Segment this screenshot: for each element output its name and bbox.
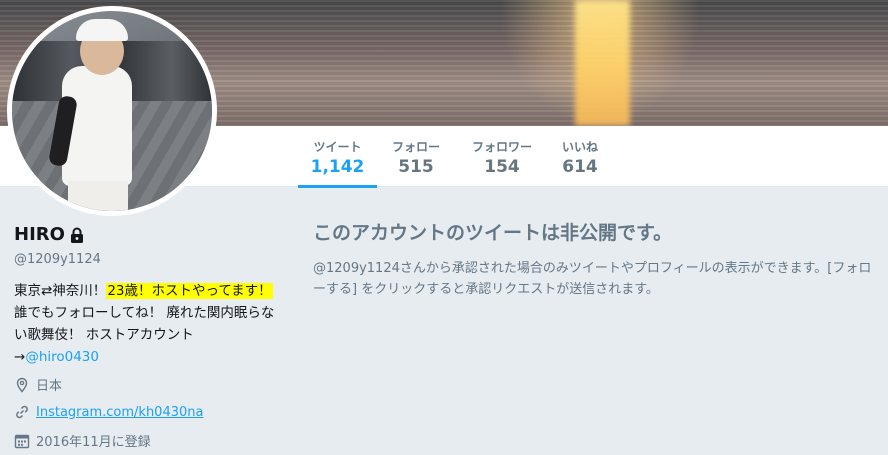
protected-title: このアカウントのツイートは非公開です。 bbox=[313, 222, 673, 244]
lock-icon bbox=[70, 227, 83, 243]
profile-location: 日本 bbox=[14, 375, 62, 394]
joined-text: 2016年11月に登録 bbox=[36, 435, 151, 450]
tab-followers[interactable]: フォロワー 154 bbox=[466, 138, 538, 185]
profile-name[interactable]: HIRO bbox=[14, 224, 65, 245]
tab-count: 614 bbox=[562, 157, 598, 177]
protected-description: @1209y1124さんから承認された場合のみツイートやプロフィールの表示ができ… bbox=[313, 261, 872, 297]
location-pin-icon bbox=[16, 377, 28, 393]
tab-following[interactable]: フォロー 515 bbox=[386, 138, 446, 185]
tab-count: 154 bbox=[484, 157, 520, 177]
location-text: 日本 bbox=[36, 379, 63, 394]
profile-handle[interactable]: @1209y1124 bbox=[14, 252, 101, 267]
tab-label: いいね bbox=[561, 140, 598, 154]
tab-likes[interactable]: いいね 614 bbox=[556, 138, 604, 185]
profile-bio: 東京⇄神奈川！23歳！ホストやってます！誰でもフォローしてね！ 廃れた関内眠らな… bbox=[14, 280, 276, 368]
website-link[interactable]: Instagram.com/kh0430na bbox=[36, 405, 203, 420]
tab-label: フォロワー bbox=[471, 140, 532, 154]
banner-sun-reflection bbox=[575, 0, 630, 126]
bio-text: 東京⇄神奈川！ bbox=[14, 283, 107, 299]
tab-tweets[interactable]: ツイート 1,142 bbox=[298, 138, 377, 188]
tab-count: 1,142 bbox=[310, 157, 365, 177]
tab-count: 515 bbox=[398, 157, 434, 177]
bio-highlight: 23歳！ホストやってます！ bbox=[106, 283, 273, 299]
avatar-photo bbox=[12, 11, 212, 211]
tab-label: ツイート bbox=[313, 140, 362, 154]
avatar[interactable] bbox=[7, 6, 217, 216]
profile-website: Instagram.com/kh0430na bbox=[14, 404, 203, 420]
link-icon bbox=[16, 405, 28, 419]
bio-mention-link[interactable]: @hiro0430 bbox=[25, 349, 99, 365]
profile-name-row: HIRO bbox=[14, 224, 85, 245]
calendar-icon bbox=[14, 434, 30, 448]
tab-label: フォロー bbox=[391, 140, 440, 154]
profile-joined: 2016年11月に登録 bbox=[14, 431, 151, 450]
